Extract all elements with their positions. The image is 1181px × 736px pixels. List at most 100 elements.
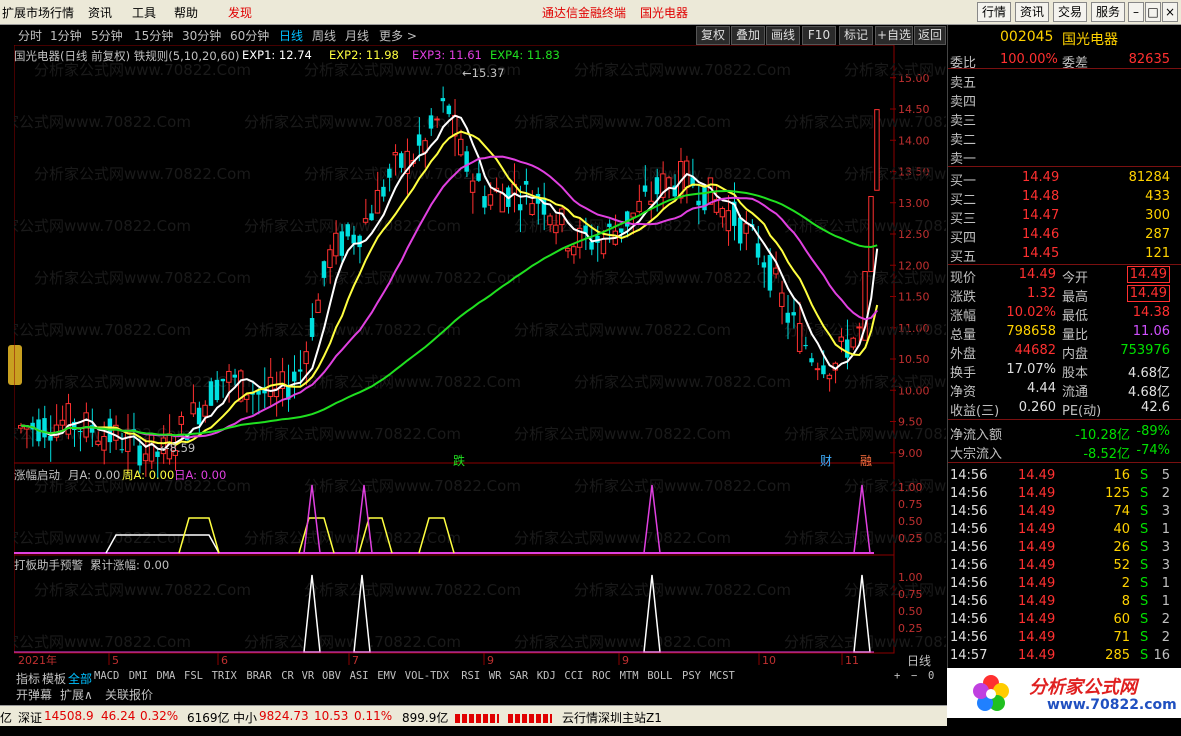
indicator-tab-kdj[interactable]: KDJ bbox=[537, 670, 556, 682]
mark-button[interactable]: 标记 bbox=[839, 26, 873, 45]
status-server[interactable]: 云行情深圳主站Z1 bbox=[562, 709, 662, 726]
back-button[interactable]: 返回 bbox=[914, 26, 946, 45]
period-tab-60min[interactable]: 60分钟 bbox=[230, 27, 269, 44]
indicator-tab-wr[interactable]: WR bbox=[489, 670, 502, 682]
minimize-icon[interactable]: – bbox=[1128, 2, 1144, 22]
close-icon[interactable]: × bbox=[1162, 2, 1178, 22]
indicator-tab-cci[interactable]: CCI bbox=[564, 670, 583, 682]
candle-body bbox=[696, 200, 701, 206]
tag-rong[interactable]: 融 bbox=[860, 452, 872, 469]
menu-item-discover[interactable]: 发现 bbox=[228, 4, 252, 21]
indicator-tab-dmi[interactable]: DMI bbox=[129, 670, 148, 682]
period-tab-monthly[interactable]: 月线 bbox=[345, 27, 369, 44]
tick-side: S bbox=[1140, 594, 1149, 609]
news-button[interactable]: 资讯 bbox=[1015, 2, 1049, 22]
indicator-tab-cr[interactable]: CR bbox=[281, 670, 294, 682]
candle-body bbox=[321, 261, 327, 278]
service-button[interactable]: 服务 bbox=[1091, 2, 1125, 22]
indicator-tab-boll[interactable]: BOLL bbox=[647, 670, 672, 682]
candle-body bbox=[220, 378, 226, 382]
indicator-tab-[interactable]: 模板 bbox=[42, 670, 66, 687]
candle-body bbox=[642, 185, 648, 192]
indicator-tab-brar[interactable]: BRAR bbox=[246, 670, 271, 682]
extend-button[interactable]: 扩展∧ bbox=[60, 686, 93, 703]
menu-item-news[interactable]: 资讯 bbox=[88, 4, 112, 21]
tick-time: 14:56 bbox=[950, 576, 988, 591]
buy-level-row[interactable]: 买二 14.48 433 bbox=[950, 189, 1178, 208]
watermark-text: 分析家公式网www.70822.Com bbox=[244, 633, 461, 651]
period-tab-more[interactable]: 更多 > bbox=[379, 27, 417, 44]
quote-stat-row: 净资 4.44 流通 4.68亿 bbox=[950, 381, 1178, 400]
watermark-text: 分析家公式网www.70822.Com bbox=[514, 633, 731, 651]
period-tab-5min[interactable]: 5分钟 bbox=[91, 27, 123, 44]
period-tab-intraday[interactable]: 分时 bbox=[18, 27, 42, 44]
sub2-value: 累计涨幅: 0.00 bbox=[90, 558, 170, 572]
menu-item-tools[interactable]: 工具 bbox=[132, 4, 156, 21]
quote-button[interactable]: 行情 bbox=[977, 2, 1011, 22]
related-quote-button[interactable]: 关联报价 bbox=[105, 686, 153, 703]
stat-label-right: PE(动) bbox=[1062, 404, 1102, 419]
indicator-tab-rsi[interactable]: RSI bbox=[461, 670, 480, 682]
f10-button[interactable]: F10 bbox=[802, 26, 836, 45]
danmaku-button[interactable]: 开弹幕 bbox=[16, 686, 52, 703]
zoom-button-0[interactable]: + bbox=[894, 670, 900, 682]
period-bar: 分时 1分钟 5分钟 15分钟 30分钟 60分钟 日线 周线 月线 更多 > … bbox=[0, 25, 946, 45]
zoom-button-2[interactable]: 0 bbox=[928, 670, 934, 682]
period-tab-weekly[interactable]: 周线 bbox=[312, 27, 336, 44]
indicator-tab-[interactable]: 全部 bbox=[68, 670, 92, 687]
menu-item-extended-market[interactable]: 扩展市场行情 bbox=[2, 4, 74, 21]
tick-volume: 71 bbox=[1113, 630, 1130, 645]
menu-item-help[interactable]: 帮助 bbox=[174, 4, 198, 21]
candle-body bbox=[369, 213, 374, 221]
candle-body bbox=[499, 193, 506, 213]
add-watchlist-button[interactable]: +自选 bbox=[875, 26, 913, 45]
status-zx-name[interactable]: 中小 bbox=[233, 709, 257, 726]
tag-cai[interactable]: 财 bbox=[820, 452, 832, 469]
stat-value-right: 14.49 bbox=[1126, 266, 1170, 283]
tag-die[interactable]: 跌 bbox=[453, 452, 465, 469]
stat-value-left: 4.44 bbox=[1027, 381, 1056, 396]
period-tab-1min[interactable]: 1分钟 bbox=[50, 27, 82, 44]
indicator-tab-vr[interactable]: VR bbox=[302, 670, 315, 682]
trade-button[interactable]: 交易 bbox=[1053, 2, 1087, 22]
stat-value-right: 753976 bbox=[1120, 343, 1170, 358]
buy-level-row[interactable]: 买一 14.49 81284 bbox=[950, 170, 1178, 189]
indicator-tab-emv[interactable]: EMV bbox=[377, 670, 396, 682]
tick-count: 2 bbox=[1161, 612, 1170, 627]
indicator-tab-psy[interactable]: PSY bbox=[682, 670, 701, 682]
indicator-tab-macd[interactable]: MACD bbox=[94, 670, 119, 682]
indicator-tab-mcst[interactable]: MCST bbox=[710, 670, 735, 682]
indicator-tab-[interactable]: 指标 bbox=[16, 670, 40, 687]
indicator-tab-trix[interactable]: TRIX bbox=[212, 670, 237, 682]
stat-value-right: 42.6 bbox=[1141, 400, 1170, 415]
buy-level-row[interactable]: 买三 14.47 300 bbox=[950, 208, 1178, 227]
period-tab-30min[interactable]: 30分钟 bbox=[182, 27, 221, 44]
overlay-button[interactable]: 叠加 bbox=[731, 26, 765, 45]
indicator-tab-obv[interactable]: OBV bbox=[322, 670, 341, 682]
quote-stat-row: 换手 17.07% 股本 4.68亿 bbox=[950, 362, 1178, 381]
kline-chart-area[interactable]: 15.00 14.50 14.00 13.50 13.00 12.50 12.00 11.50… bbox=[0, 44, 1061, 668]
period-tab-15min[interactable]: 15分钟 bbox=[134, 27, 173, 44]
indicator-tab-fsl[interactable]: FSL bbox=[184, 670, 203, 682]
candle-body bbox=[119, 449, 125, 451]
status-sz-name[interactable]: 深证 bbox=[18, 709, 42, 726]
buy-level-row[interactable]: 买五 14.45 121 bbox=[950, 246, 1178, 265]
watermark-text: 分析家公式网www.70822.Com bbox=[574, 373, 791, 391]
period-tab-daily[interactable]: 日线 bbox=[279, 27, 303, 44]
indicator-tab-sar[interactable]: SAR bbox=[509, 670, 528, 682]
buy-level-row[interactable]: 买四 14.46 287 bbox=[950, 227, 1178, 246]
indicator-tab-asi[interactable]: ASI bbox=[350, 670, 369, 682]
tick-row: 14:57 14.49 285 S 16 bbox=[950, 648, 1178, 666]
candle-body bbox=[399, 153, 404, 168]
maximize-icon[interactable]: □ bbox=[1145, 2, 1161, 22]
indicator-tab-dma[interactable]: DMA bbox=[156, 670, 175, 682]
zoom-button-1[interactable]: − bbox=[911, 670, 917, 682]
draw-line-button[interactable]: 画线 bbox=[766, 26, 800, 45]
tick-row: 14:56 14.49 26 S 3 bbox=[950, 540, 1178, 558]
restore-rights-button[interactable]: 复权 bbox=[696, 26, 730, 45]
tick-time: 14:56 bbox=[950, 612, 988, 627]
sell-level-label: 卖三 bbox=[950, 114, 977, 129]
indicator-tab-mtm[interactable]: MTM bbox=[620, 670, 639, 682]
indicator-tab-voltdx[interactable]: VOL-TDX bbox=[405, 670, 449, 682]
indicator-tab-roc[interactable]: ROC bbox=[592, 670, 611, 682]
